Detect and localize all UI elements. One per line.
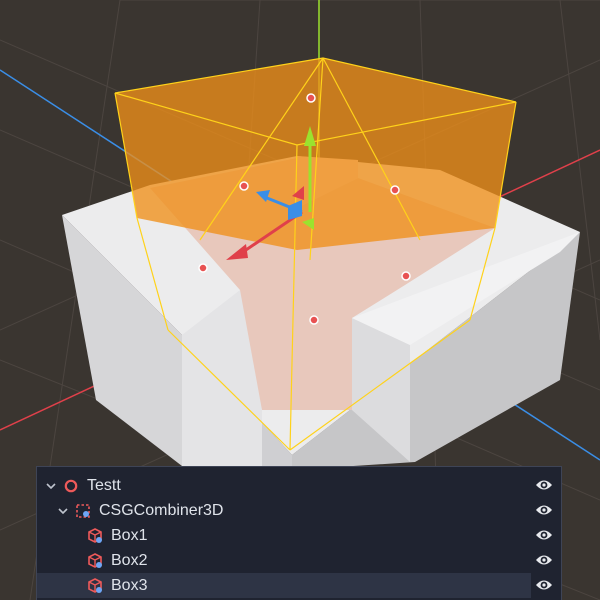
csg-box-icon: [87, 527, 103, 544]
tree-row-box2[interactable]: Box2: [37, 548, 561, 573]
chevron-down-icon[interactable]: [45, 480, 57, 492]
handle-back-right[interactable]: [390, 185, 400, 195]
visibility-eye-icon[interactable]: [535, 502, 553, 518]
chevron-down-icon[interactable]: [57, 505, 69, 517]
tree-row-testt[interactable]: Testt: [37, 473, 561, 498]
visibility-eye-icon[interactable]: [535, 477, 553, 493]
scene-tree-panel: Testt CSGCombiner3D Box1 Box2 Box3: [36, 466, 562, 600]
handle-right[interactable]: [401, 271, 411, 281]
tree-label: Testt: [87, 476, 121, 494]
handle-top[interactable]: [306, 93, 316, 103]
visibility-eye-icon[interactable]: [535, 577, 553, 593]
csg-box-icon: [87, 577, 103, 594]
tree-row-csgcombiner3d[interactable]: CSGCombiner3D: [37, 498, 561, 523]
csg-combiner-icon: [75, 503, 91, 519]
tree-label: Box1: [111, 526, 148, 544]
tree-row-box1[interactable]: Box1: [37, 523, 561, 548]
handle-back-left[interactable]: [239, 181, 249, 191]
tree-label: CSGCombiner3D: [99, 501, 224, 519]
node-circle-icon: [63, 478, 79, 494]
tree-label: Box3: [111, 576, 148, 594]
handle-bottom[interactable]: [309, 315, 319, 325]
visibility-eye-icon[interactable]: [535, 552, 553, 568]
tree-label: Box2: [111, 551, 148, 569]
csg-box-icon: [87, 552, 103, 569]
handle-left[interactable]: [198, 263, 208, 273]
tree-row-box3[interactable]: Box3: [37, 573, 552, 598]
visibility-eye-icon[interactable]: [535, 527, 553, 543]
